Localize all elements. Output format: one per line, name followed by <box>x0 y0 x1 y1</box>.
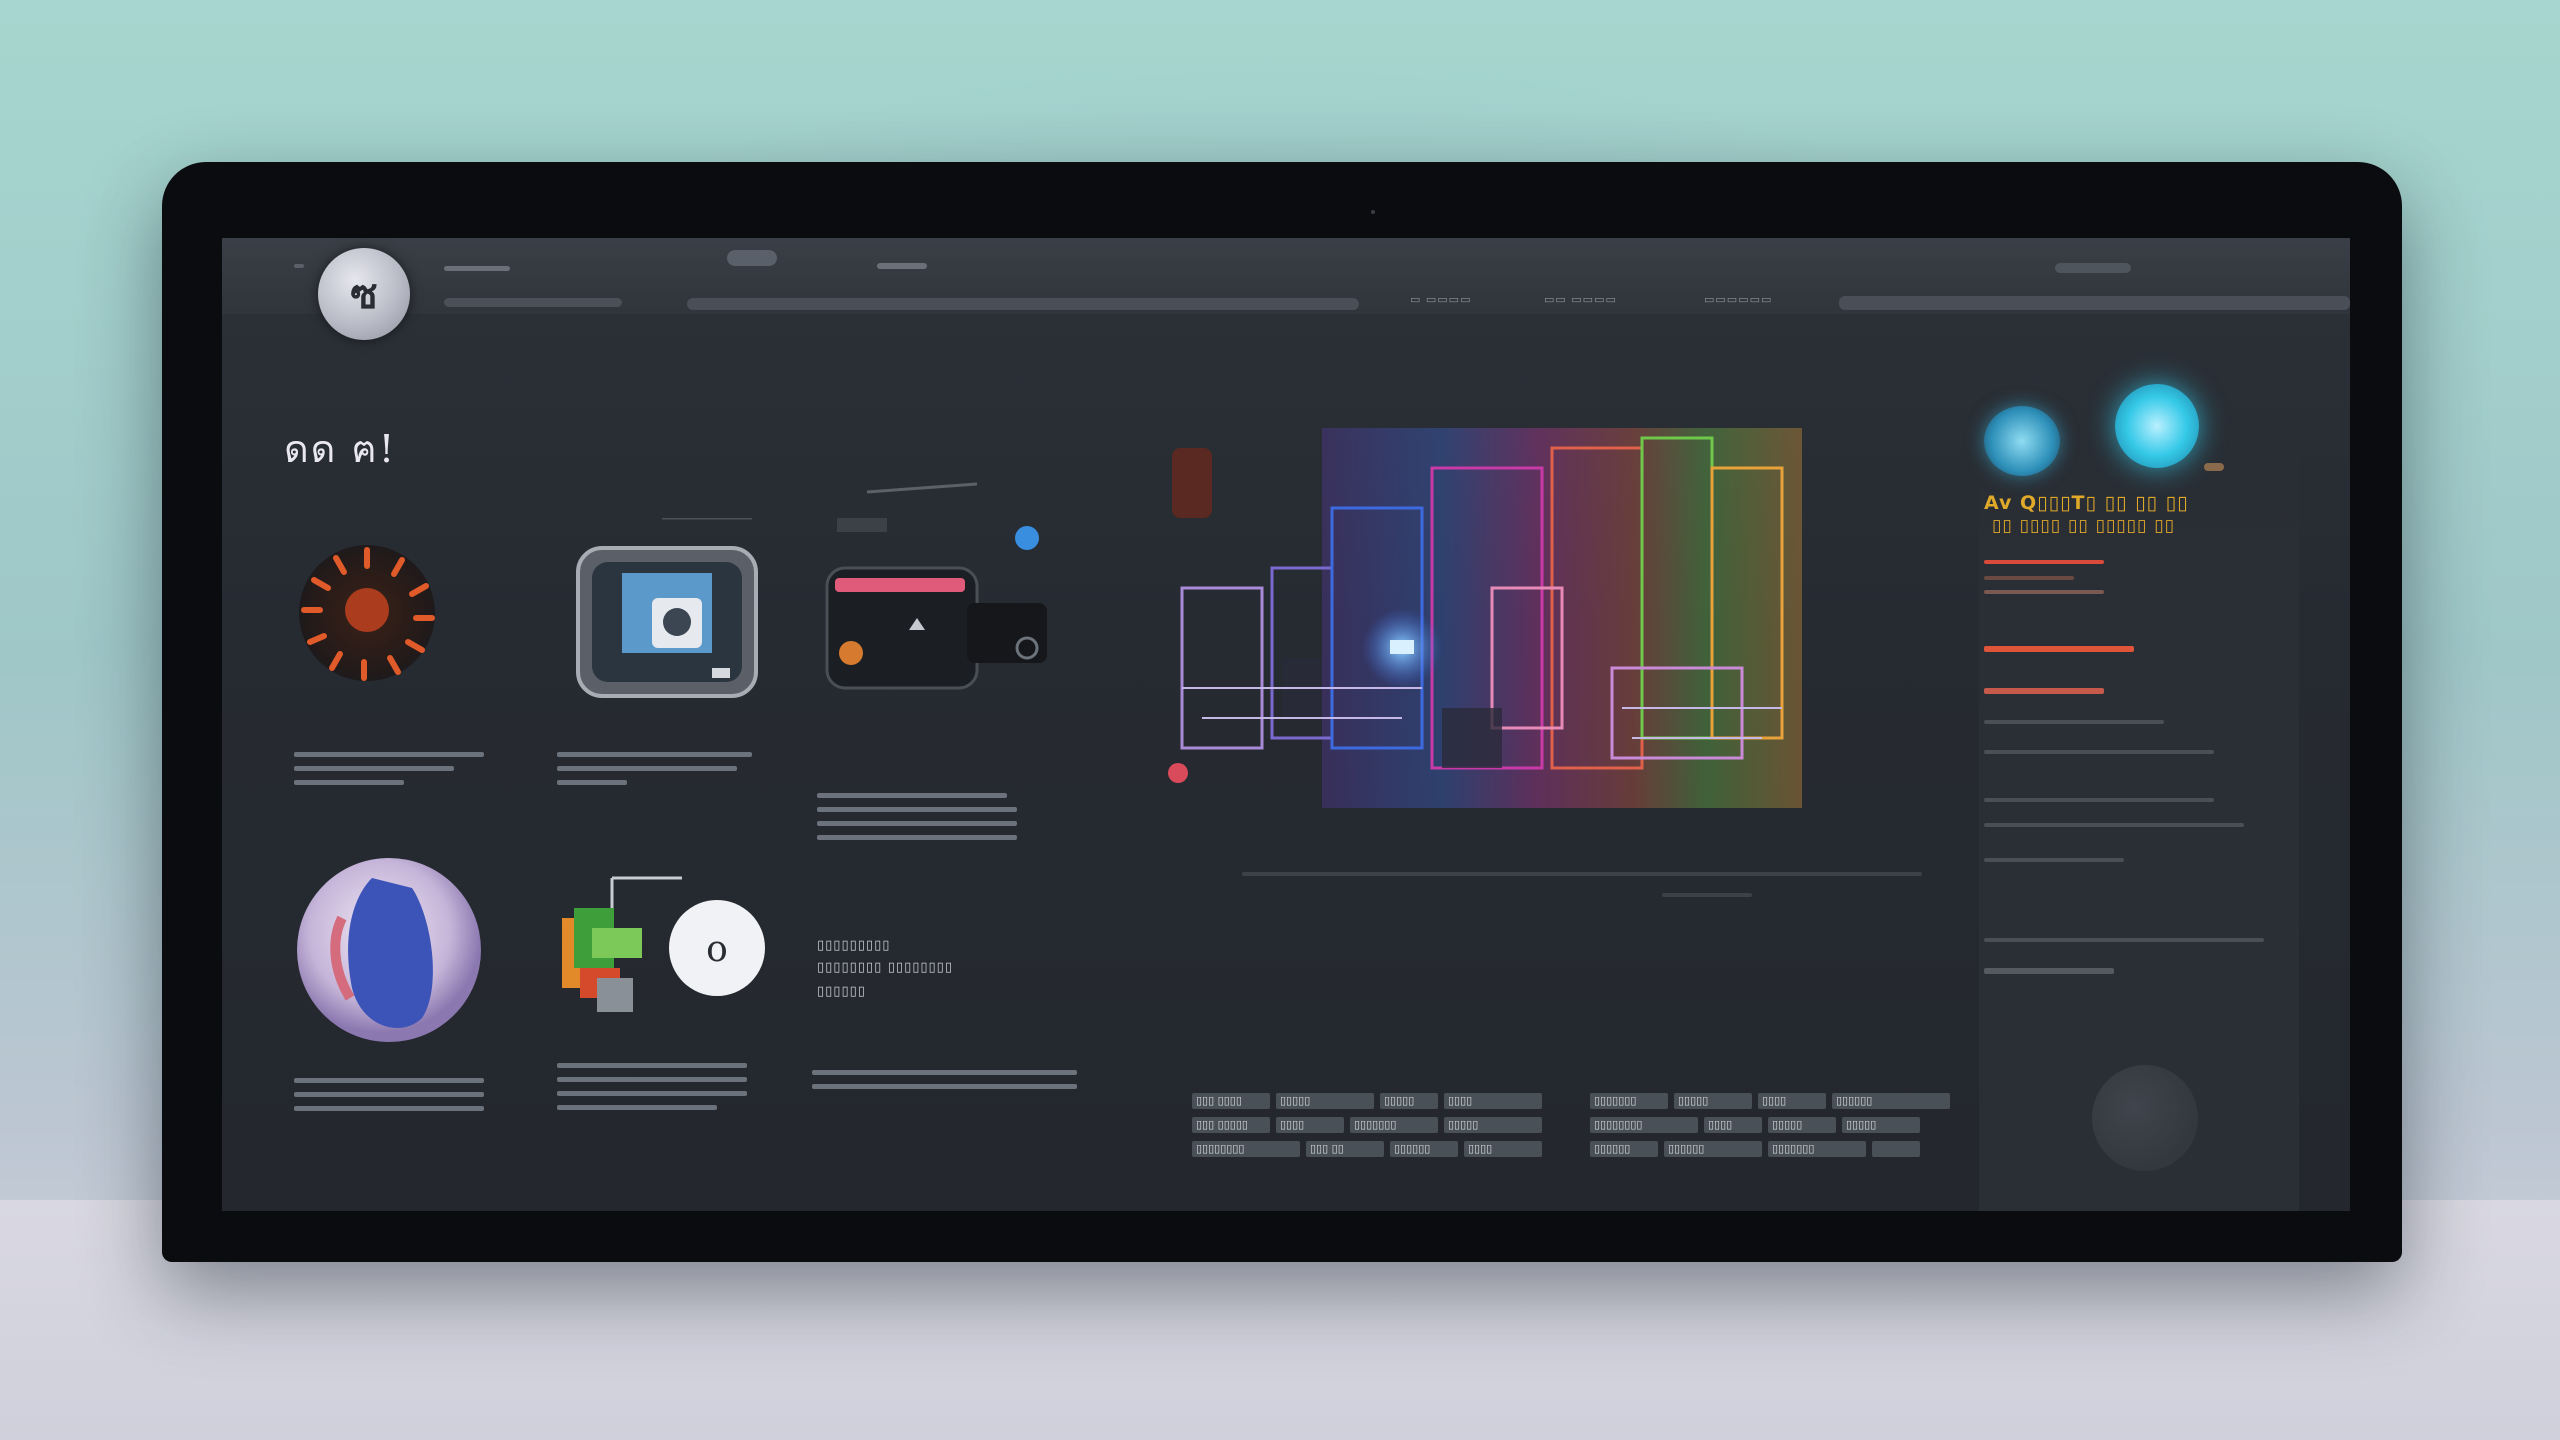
hero-divider <box>1242 872 1922 876</box>
accent-line-1 <box>1984 560 2104 564</box>
item-1-description <box>294 752 494 794</box>
svg-text:o: o <box>706 929 728 970</box>
accent-line-salmon <box>1984 688 2104 694</box>
screen: ▭ ▭▭▭▭ ▭▭ ▭▭▭▭ ▭▭▭▭▭▭ ซ ดด ฅ! o ▯▯▯▯▯▯▯▯… <box>222 238 2350 1211</box>
nav-top-label[interactable] <box>877 263 927 269</box>
table-row[interactable]: ▯▯▯▯▯▯▯▯ ▯▯▯▯ ▯▯▯▯▯ ▯▯▯▯▯ <box>1590 1117 1950 1133</box>
table-row[interactable]: ▯▯▯▯▯▯▯ ▯▯▯▯▯ ▯▯▯▯ ▯▯▯▯▯▯ <box>1590 1093 1950 1109</box>
brand-text <box>444 266 510 271</box>
search-pill[interactable] <box>727 250 777 266</box>
tv-device-thumbnail[interactable] <box>562 518 762 708</box>
robot-bubble-thumbnail[interactable]: o <box>552 868 782 1038</box>
panel-line <box>1984 968 2114 974</box>
panel-line <box>1984 938 2264 942</box>
notification-badge[interactable] <box>2204 463 2224 471</box>
nav-link-3[interactable]: ▭▭▭▭▭▭ <box>1704 294 1772 306</box>
accent-line-3 <box>1984 590 2104 594</box>
webcam-dot <box>1371 210 1375 214</box>
table-row[interactable]: ▯▯▯▯▯▯ ▯▯▯▯▯▯ ▯▯▯▯▯▯▯ <box>1590 1141 1950 1157</box>
item-4-description <box>294 1078 494 1120</box>
item-6-description <box>812 1070 1082 1098</box>
item-2-description <box>557 752 757 794</box>
top-right-pill[interactable] <box>2055 263 2131 273</box>
top-bar: ▭ ▭▭▭▭ ▭▭ ▭▭▭▭ ▭▭▭▭▭▭ <box>222 238 2350 314</box>
accent-line-2 <box>1984 576 2074 580</box>
data-table-left: ▯▯▯ ▯▯▯▯ ▯▯▯▯▯ ▯▯▯▯▯ ▯▯▯▯ ▯▯▯ ▯▯▯▯▯ ▯▯▯▯… <box>1192 1093 1542 1165</box>
address-bar[interactable] <box>687 298 1359 310</box>
menu-icon[interactable] <box>294 264 304 268</box>
tagline-bar <box>444 298 622 307</box>
caption-line-2: ▯▯▯▯▯▯▯▯ ▯▯▯▯▯▯▯▯ <box>817 960 953 975</box>
item-5-description <box>557 1063 757 1119</box>
accent-line-red <box>1984 646 2134 652</box>
caption-line-3: ▯▯▯▯▯▯ <box>817 984 866 999</box>
radial-art-thumbnail[interactable] <box>292 538 442 688</box>
top-right-search-bar[interactable] <box>1839 296 2350 310</box>
promo-headline: Av Q▯▯▯T▯ ▯▯ ▯▯ ▯▯ <box>1984 492 2189 514</box>
hero-divider-short <box>1662 893 1752 897</box>
panel-line <box>1984 858 2124 862</box>
page-title: ดด ฅ! <box>284 427 397 471</box>
caption-line-1: ▯▯▯▯▯▯▯▯▯ <box>817 938 891 953</box>
item-3-description <box>817 793 1037 849</box>
assistant-avatar-icon[interactable] <box>1984 406 2060 476</box>
monitor: ▭ ▭▭▭▭ ▭▭ ▭▭▭▭ ▭▭▭▭▭▭ ซ ดด ฅ! o ▯▯▯▯▯▯▯▯… <box>162 162 2402 1262</box>
panel-line <box>1984 798 2214 802</box>
table-row[interactable]: ▯▯▯ ▯▯▯▯ ▯▯▯▯▯ ▯▯▯▯▯ ▯▯▯▯ <box>1192 1093 1542 1109</box>
table-row[interactable]: ▯▯▯▯▯▯▯▯ ▯▯▯ ▯▯ ▯▯▯▯▯▯ ▯▯▯▯ <box>1192 1141 1542 1157</box>
table-row[interactable]: ▯▯▯ ▯▯▯▯▯ ▯▯▯▯ ▯▯▯▯▯▯▯ ▯▯▯▯▯ <box>1192 1117 1542 1133</box>
app-logo[interactable]: ซ <box>318 248 410 340</box>
data-table-right: ▯▯▯▯▯▯▯ ▯▯▯▯▯ ▯▯▯▯ ▯▯▯▯▯▯ ▯▯▯▯▯▯▯▯ ▯▯▯▯ … <box>1590 1093 1950 1165</box>
promo-subline: ▯▯ ▯▯▯▯ ▯▯ ▯▯▯▯▯ ▯▯ <box>1992 516 2175 536</box>
planet-portrait-thumbnail[interactable] <box>292 858 492 1048</box>
nav-link-2[interactable]: ▭▭ ▭▭▭▭ <box>1544 294 1617 306</box>
panel-line <box>1984 750 2214 754</box>
panel-line <box>1984 823 2244 827</box>
user-avatar-icon[interactable] <box>2115 384 2199 468</box>
floating-action-button[interactable] <box>2092 1065 2198 1171</box>
camera-device-thumbnail[interactable] <box>817 478 1057 708</box>
nav-link-1[interactable]: ▭ ▭▭▭▭ <box>1410 294 1471 306</box>
panel-line <box>1984 720 2164 724</box>
hero-cityscape-visual[interactable] <box>1162 388 1862 858</box>
